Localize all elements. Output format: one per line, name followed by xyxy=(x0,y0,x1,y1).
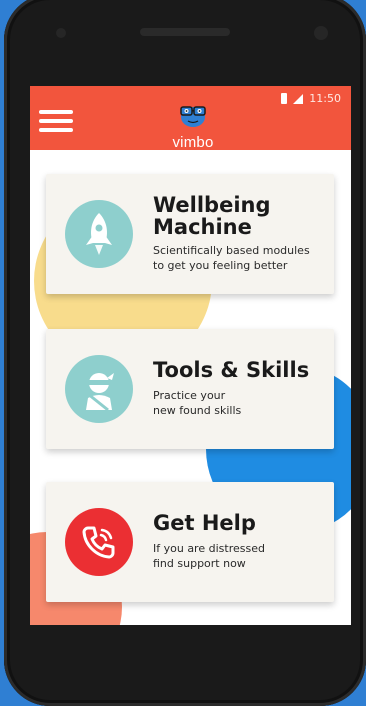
sensor-dot xyxy=(56,28,66,38)
signal-icon xyxy=(293,93,304,104)
card-title: Tools & Skills xyxy=(153,358,310,382)
front-camera xyxy=(314,26,328,40)
battery-icon xyxy=(281,93,288,104)
app-screen: 11:50 vimbo Wellbeing Machine Scientific… xyxy=(30,86,351,625)
brand-name: vimbo xyxy=(172,134,214,151)
tools-skills-card[interactable]: Tools & Skills Practice your new found s… xyxy=(46,329,334,449)
mascot-icon xyxy=(180,106,206,127)
card-description: Practice your new found skills xyxy=(153,389,242,417)
phone-icon xyxy=(65,508,133,576)
card-title: Wellbeing Machine xyxy=(153,193,271,239)
hamburger-menu-icon[interactable] xyxy=(39,110,73,132)
ninja-icon xyxy=(65,355,133,423)
rocket-icon xyxy=(65,200,133,268)
card-description: If you are distressed find support now xyxy=(153,542,265,570)
status-bar: 11:50 xyxy=(281,92,341,105)
vimbo-logo: vimbo xyxy=(168,102,218,151)
app-header: 11:50 vimbo xyxy=(30,86,351,151)
card-title: Get Help xyxy=(153,511,256,535)
card-description: Scientifically based modules to get you … xyxy=(153,244,310,272)
phone-speaker xyxy=(140,28,230,36)
get-help-card[interactable]: Get Help If you are distressed find supp… xyxy=(46,482,334,602)
status-time: 11:50 xyxy=(309,92,341,105)
wellbeing-machine-card[interactable]: Wellbeing Machine Scientifically based m… xyxy=(46,174,334,294)
